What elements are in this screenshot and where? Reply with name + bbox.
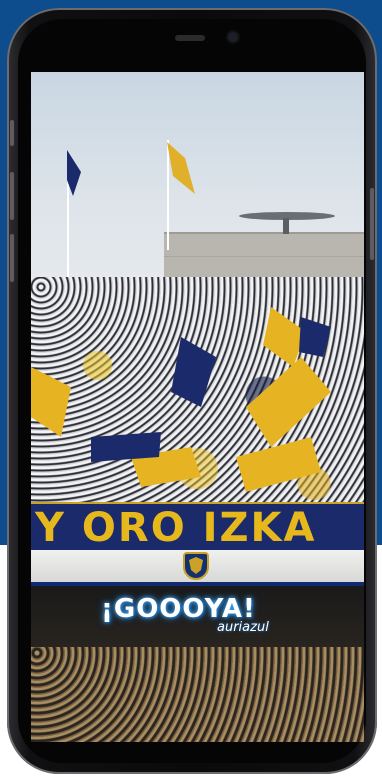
app-logo: ¡GOOOYA! auriazul [101,594,301,644]
crest-shape [189,557,203,574]
front-camera [228,32,238,42]
app-logo-subtitle: auriazul [217,620,269,635]
fan-banner-text: Y ORO IZKA [35,505,317,551]
volume-up-button [10,172,14,220]
fan-banner: Y ORO IZKA [31,502,364,554]
stadium-torch-stem [283,218,289,234]
power-button [370,188,374,260]
app-splash-screen: Y ORO IZKA ¡GOOOYA! auriazul [31,72,364,742]
volume-down-button [10,234,14,282]
lower-crowd [31,647,364,742]
earpiece-speaker [175,35,205,41]
mute-switch [10,120,14,146]
pumas-crest-icon [183,552,209,580]
flag-gold [167,142,195,194]
flag-blue [67,150,81,196]
crowd-flags [31,307,331,492]
